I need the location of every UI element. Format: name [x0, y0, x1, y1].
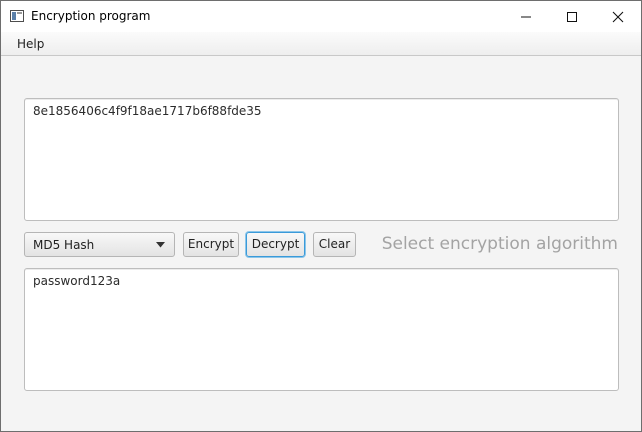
app-window: Encryption program Help 8e1856406c4f9f18…	[0, 0, 642, 432]
menu-item-help[interactable]: Help	[10, 35, 51, 53]
close-button[interactable]	[595, 1, 641, 32]
menu-bar: Help	[1, 32, 641, 56]
close-icon	[612, 11, 624, 23]
output-text: password123a	[33, 274, 121, 288]
clear-button[interactable]: Clear	[313, 232, 356, 257]
window-title: Encryption program	[31, 9, 151, 23]
title-bar[interactable]: Encryption program	[1, 1, 641, 32]
decrypt-button[interactable]: Decrypt	[246, 232, 305, 257]
algorithm-select[interactable]: MD5 Hash	[24, 232, 175, 257]
maximize-button[interactable]	[549, 1, 595, 32]
encrypt-button[interactable]: Encrypt	[183, 232, 239, 257]
output-textarea[interactable]: password123a	[24, 268, 619, 391]
algorithm-hint-label: Select encryption algorithm	[381, 234, 618, 254]
input-textarea[interactable]: 8e1856406c4f9f18ae1717b6f88fde35	[24, 98, 619, 221]
maximize-icon	[567, 12, 577, 22]
minimize-icon	[521, 16, 531, 18]
minimize-button[interactable]	[503, 1, 549, 32]
input-text: 8e1856406c4f9f18ae1717b6f88fde35	[33, 104, 262, 118]
chevron-down-icon	[156, 242, 165, 248]
app-window-icon	[10, 10, 24, 22]
algorithm-selected-value: MD5 Hash	[33, 238, 95, 252]
